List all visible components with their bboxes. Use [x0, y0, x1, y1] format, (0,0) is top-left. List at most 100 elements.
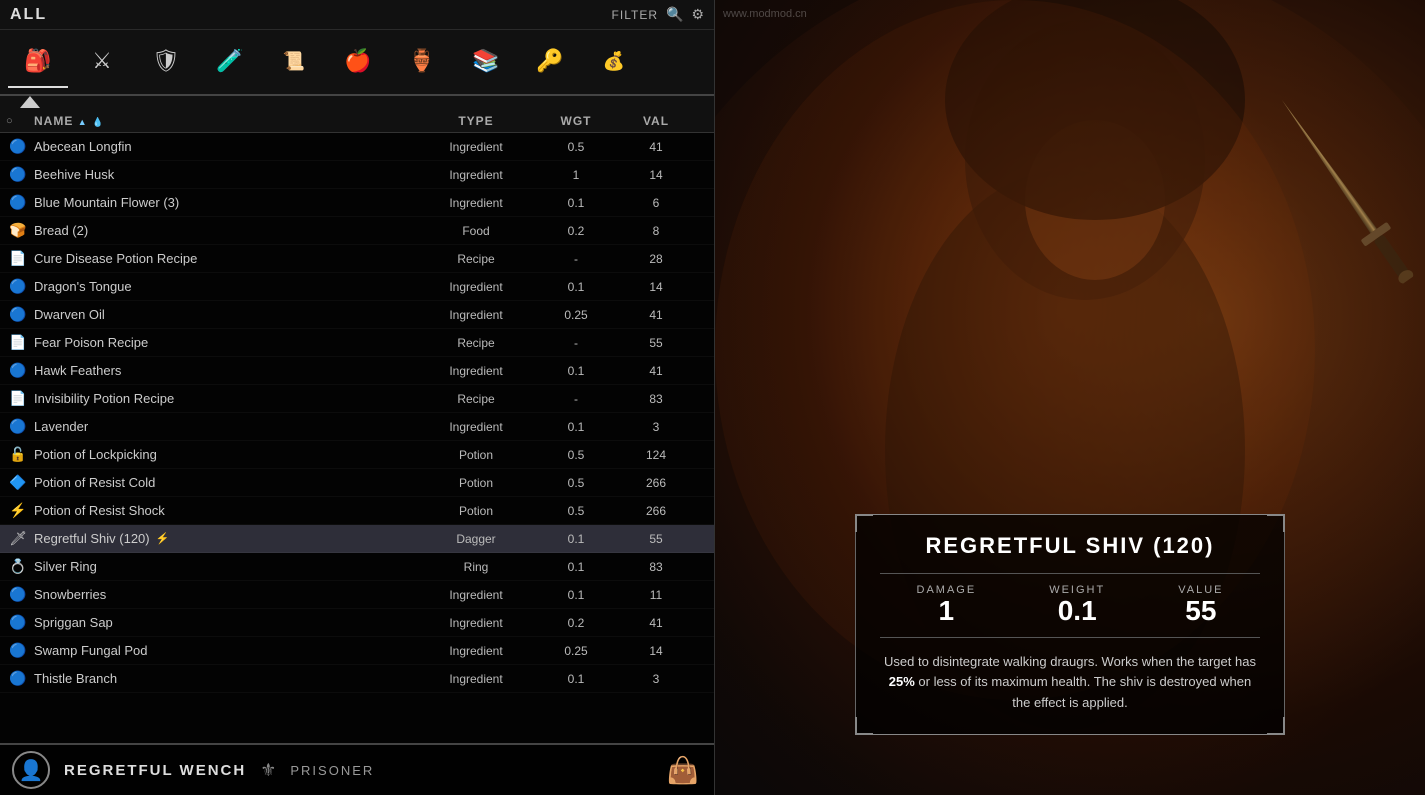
tab-keys[interactable]: 🔑	[520, 36, 580, 88]
item-weight-text: 0.1	[536, 420, 616, 434]
tab-armor[interactable]: 🛡	[136, 36, 196, 88]
settings-icon[interactable]: ⚙	[691, 6, 704, 23]
list-item[interactable]: 🔵Blue Mountain Flower (3)Ingredient0.16	[0, 189, 714, 217]
list-item[interactable]: 🔵Thistle BranchIngredient0.13	[0, 665, 714, 693]
item-value-text: 41	[616, 140, 696, 154]
player-avatar: 👤	[12, 751, 50, 789]
tab-food[interactable]: 🍎	[328, 36, 388, 88]
item-type-text: Recipe	[416, 336, 536, 350]
item-name-text: Thistle Branch	[30, 671, 416, 686]
item-name-text: Dwarven Oil	[30, 307, 416, 322]
list-item[interactable]: 💍Silver RingRing0.183	[0, 553, 714, 581]
item-type-text: Ingredient	[416, 140, 536, 154]
item-icon: 🔵	[0, 670, 30, 687]
item-weight-text: 0.5	[536, 448, 616, 462]
item-value-text: 41	[616, 616, 696, 630]
item-icon: 🔵	[0, 138, 30, 155]
list-item[interactable]: 📄Fear Poison RecipeRecipe-55	[0, 329, 714, 357]
item-name-text: Cure Disease Potion Recipe	[30, 251, 416, 266]
list-item[interactable]: 🍞Bread (2)Food0.28	[0, 217, 714, 245]
weight-stat: WEIGHT 0.1	[1049, 584, 1105, 627]
list-item[interactable]: 🔓Potion of LockpickingPotion0.5124	[0, 441, 714, 469]
list-item[interactable]: 📄Invisibility Potion RecipeRecipe-83	[0, 385, 714, 413]
item-icon: 🔵	[0, 586, 30, 603]
item-name-text: Dragon's Tongue	[30, 279, 416, 294]
water-drop-icon: 💧	[92, 117, 104, 127]
item-weight-text: 0.1	[536, 532, 616, 546]
value-value: 55	[1178, 596, 1223, 627]
item-name-text: Spriggan Sap	[30, 615, 416, 630]
item-stats-row: DAMAGE 1 WEIGHT 0.1 VALUE 55	[880, 573, 1260, 638]
tab-weapons[interactable]: ⚔	[72, 36, 132, 88]
list-item[interactable]: 🔵Beehive HuskIngredient114	[0, 161, 714, 189]
col-check: ○	[0, 115, 30, 127]
item-icon: 🔵	[0, 362, 30, 379]
detail-panel: REGRETFUL SHIV (120) DAMAGE 1 WEIGHT 0.1…	[715, 0, 1425, 795]
item-weight-text: 0.25	[536, 308, 616, 322]
list-item[interactable]: 🔵Swamp Fungal PodIngredient0.2514	[0, 637, 714, 665]
tab-potions[interactable]: 🧪	[200, 36, 260, 88]
item-value-text: 83	[616, 392, 696, 406]
col-wgt-header[interactable]: WGT	[536, 114, 616, 128]
watermark: www.modmod.cn	[723, 8, 807, 20]
item-value-text: 266	[616, 504, 696, 518]
active-tab-indicator	[0, 96, 60, 108]
sort-indicator: ▲	[78, 117, 88, 127]
list-item[interactable]: ⚡Potion of Resist ShockPotion0.5266	[0, 497, 714, 525]
list-item[interactable]: 🔵SnowberriesIngredient0.111	[0, 581, 714, 609]
item-type-text: Ingredient	[416, 308, 536, 322]
item-icon: 🍞	[0, 222, 30, 239]
col-val-header[interactable]: VAL	[616, 114, 696, 128]
item-detail-title: REGRETFUL SHIV (120)	[880, 533, 1260, 559]
inventory-panel: ALL FILTER 🔍 ⚙ 🎒 ⚔ 🛡 🧪 📜 🍎 🏺 📚 🔑 💰 ○ NAM…	[0, 0, 715, 795]
item-value-text: 8	[616, 224, 696, 238]
item-type-text: Ingredient	[416, 196, 536, 210]
tab-all[interactable]: 🎒	[8, 36, 68, 88]
tab-gold[interactable]: 💰	[584, 36, 644, 88]
list-item[interactable]: 🔵Dragon's TongueIngredient0.114	[0, 273, 714, 301]
item-icon: 💍	[0, 558, 30, 575]
item-name-text: Lavender	[30, 419, 416, 434]
item-weight-text: 0.5	[536, 140, 616, 154]
list-item[interactable]: 🗡Regretful Shiv (120)⚡Dagger0.155	[0, 525, 714, 553]
item-weight-text: 0.1	[536, 560, 616, 574]
tab-scrolls[interactable]: 📜	[264, 36, 324, 88]
item-value-text: 41	[616, 364, 696, 378]
item-weight-text: 0.5	[536, 476, 616, 490]
item-type-text: Ingredient	[416, 644, 536, 658]
bottom-status-bar: 👤 REGRETFUL WENCH ⚜ PRISONER 👜	[0, 743, 714, 795]
item-value-text: 41	[616, 308, 696, 322]
item-icon: 🗡	[0, 530, 30, 547]
col-name-header[interactable]: NAME ▲ 💧	[30, 114, 416, 128]
item-value-text: 266	[616, 476, 696, 490]
item-type-text: Ingredient	[416, 168, 536, 182]
item-value-text: 3	[616, 672, 696, 686]
category-tabs: 🎒 ⚔ 🛡 🧪 📜 🍎 🏺 📚 🔑 💰	[0, 30, 714, 96]
item-value-text: 3	[616, 420, 696, 434]
list-item[interactable]: 🔵Dwarven OilIngredient0.2541	[0, 301, 714, 329]
list-item[interactable]: 🔵Hawk FeathersIngredient0.141	[0, 357, 714, 385]
item-icon: 🔵	[0, 642, 30, 659]
item-weight-text: -	[536, 252, 616, 266]
list-item[interactable]: 📄Cure Disease Potion RecipeRecipe-28	[0, 245, 714, 273]
item-value-text: 6	[616, 196, 696, 210]
class-separator: ⚜	[260, 760, 276, 781]
item-icon: 🔵	[0, 194, 30, 211]
col-type-header[interactable]: TYPE	[416, 114, 536, 128]
item-weight-text: 0.1	[536, 196, 616, 210]
weight-value: 0.1	[1049, 596, 1105, 627]
player-class: PRISONER	[290, 763, 374, 778]
item-value-text: 55	[616, 336, 696, 350]
tab-misc[interactable]: 🏺	[392, 36, 452, 88]
list-item[interactable]: 🔵LavenderIngredient0.13	[0, 413, 714, 441]
list-item[interactable]: 🔵Abecean LongfinIngredient0.541	[0, 133, 714, 161]
item-name-text: Blue Mountain Flower (3)	[30, 195, 416, 210]
item-name-text: Snowberries	[30, 587, 416, 602]
filter-icon[interactable]: 🔍	[666, 6, 683, 23]
tab-books[interactable]: 📚	[456, 36, 516, 88]
list-item[interactable]: 🔷Potion of Resist ColdPotion0.5266	[0, 469, 714, 497]
item-list[interactable]: 🔵Abecean LongfinIngredient0.541🔵Beehive …	[0, 133, 714, 743]
item-value-text: 55	[616, 532, 696, 546]
item-name-text: Potion of Lockpicking	[30, 447, 416, 462]
list-item[interactable]: 🔵Spriggan SapIngredient0.241	[0, 609, 714, 637]
